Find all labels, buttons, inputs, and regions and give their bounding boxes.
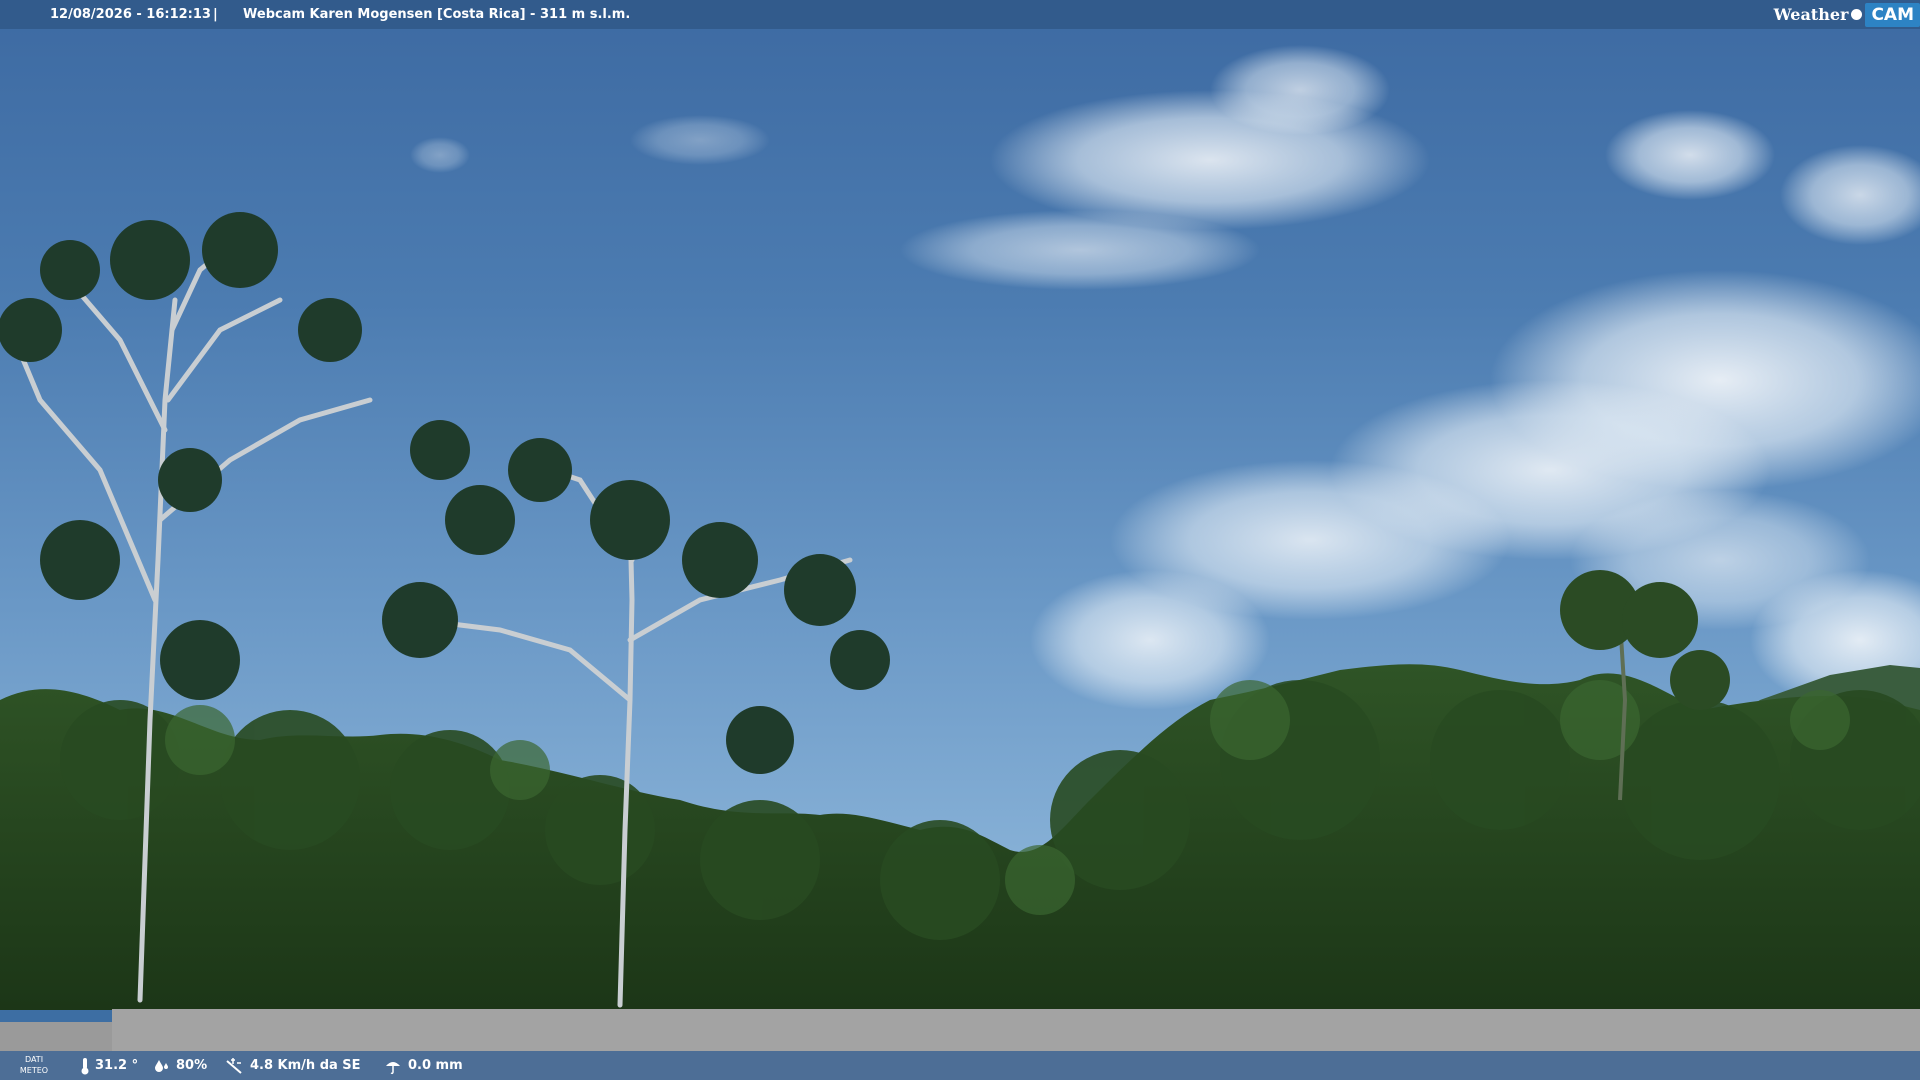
logo-cam-badge: CAM [1865, 2, 1920, 27]
dati-meteo-label[interactable]: DATI METEO [18, 1054, 50, 1076]
weather-data-bar: DATI METEO 31.2 ° 80% 4.8 Km/h da SE 0.0… [0, 1051, 1920, 1080]
temperature-stat: 31.2 ° [80, 1051, 138, 1080]
wind-value: 4.8 Km/h da SE [250, 1058, 361, 1073]
humidity-icon [155, 1059, 168, 1072]
wind-icon [226, 1057, 242, 1074]
humidity-stat: 80% [153, 1051, 207, 1080]
thermometer-icon [81, 1057, 89, 1074]
humidity-value: 80% [176, 1058, 208, 1073]
logo-weather-text: Weather [1773, 5, 1849, 24]
weathercam-logo[interactable]: Weather CAM [1774, 0, 1920, 29]
grey-band [112, 1009, 1920, 1051]
grey-band-left [0, 1022, 112, 1051]
dati-line1: DATI [24, 1055, 44, 1064]
rain-value: 0.0 mm [408, 1058, 463, 1073]
header-bar: 12/08/2026 - 16:12:13 | Webcam Karen Mog… [0, 0, 1920, 29]
landscape-image [0, 45, 1920, 1010]
rain-stat: 0.0 mm [383, 1051, 463, 1080]
webcam-view: 12/08/2026 - 16:12:13 | Webcam Karen Mog… [0, 0, 1920, 1080]
temperature-value: 31.2 ° [95, 1058, 139, 1073]
rain-icon [386, 1061, 400, 1074]
datetime-label: 12/08/2026 - 16:12:13 [50, 7, 211, 22]
dati-line2: METEO [19, 1066, 49, 1075]
wind-stat: 4.8 Km/h da SE [225, 1051, 361, 1080]
header-separator: | [213, 7, 218, 22]
webcam-title: Webcam Karen Mogensen [Costa Rica] - 311… [243, 7, 631, 22]
logo-dot-icon [1851, 9, 1863, 20]
